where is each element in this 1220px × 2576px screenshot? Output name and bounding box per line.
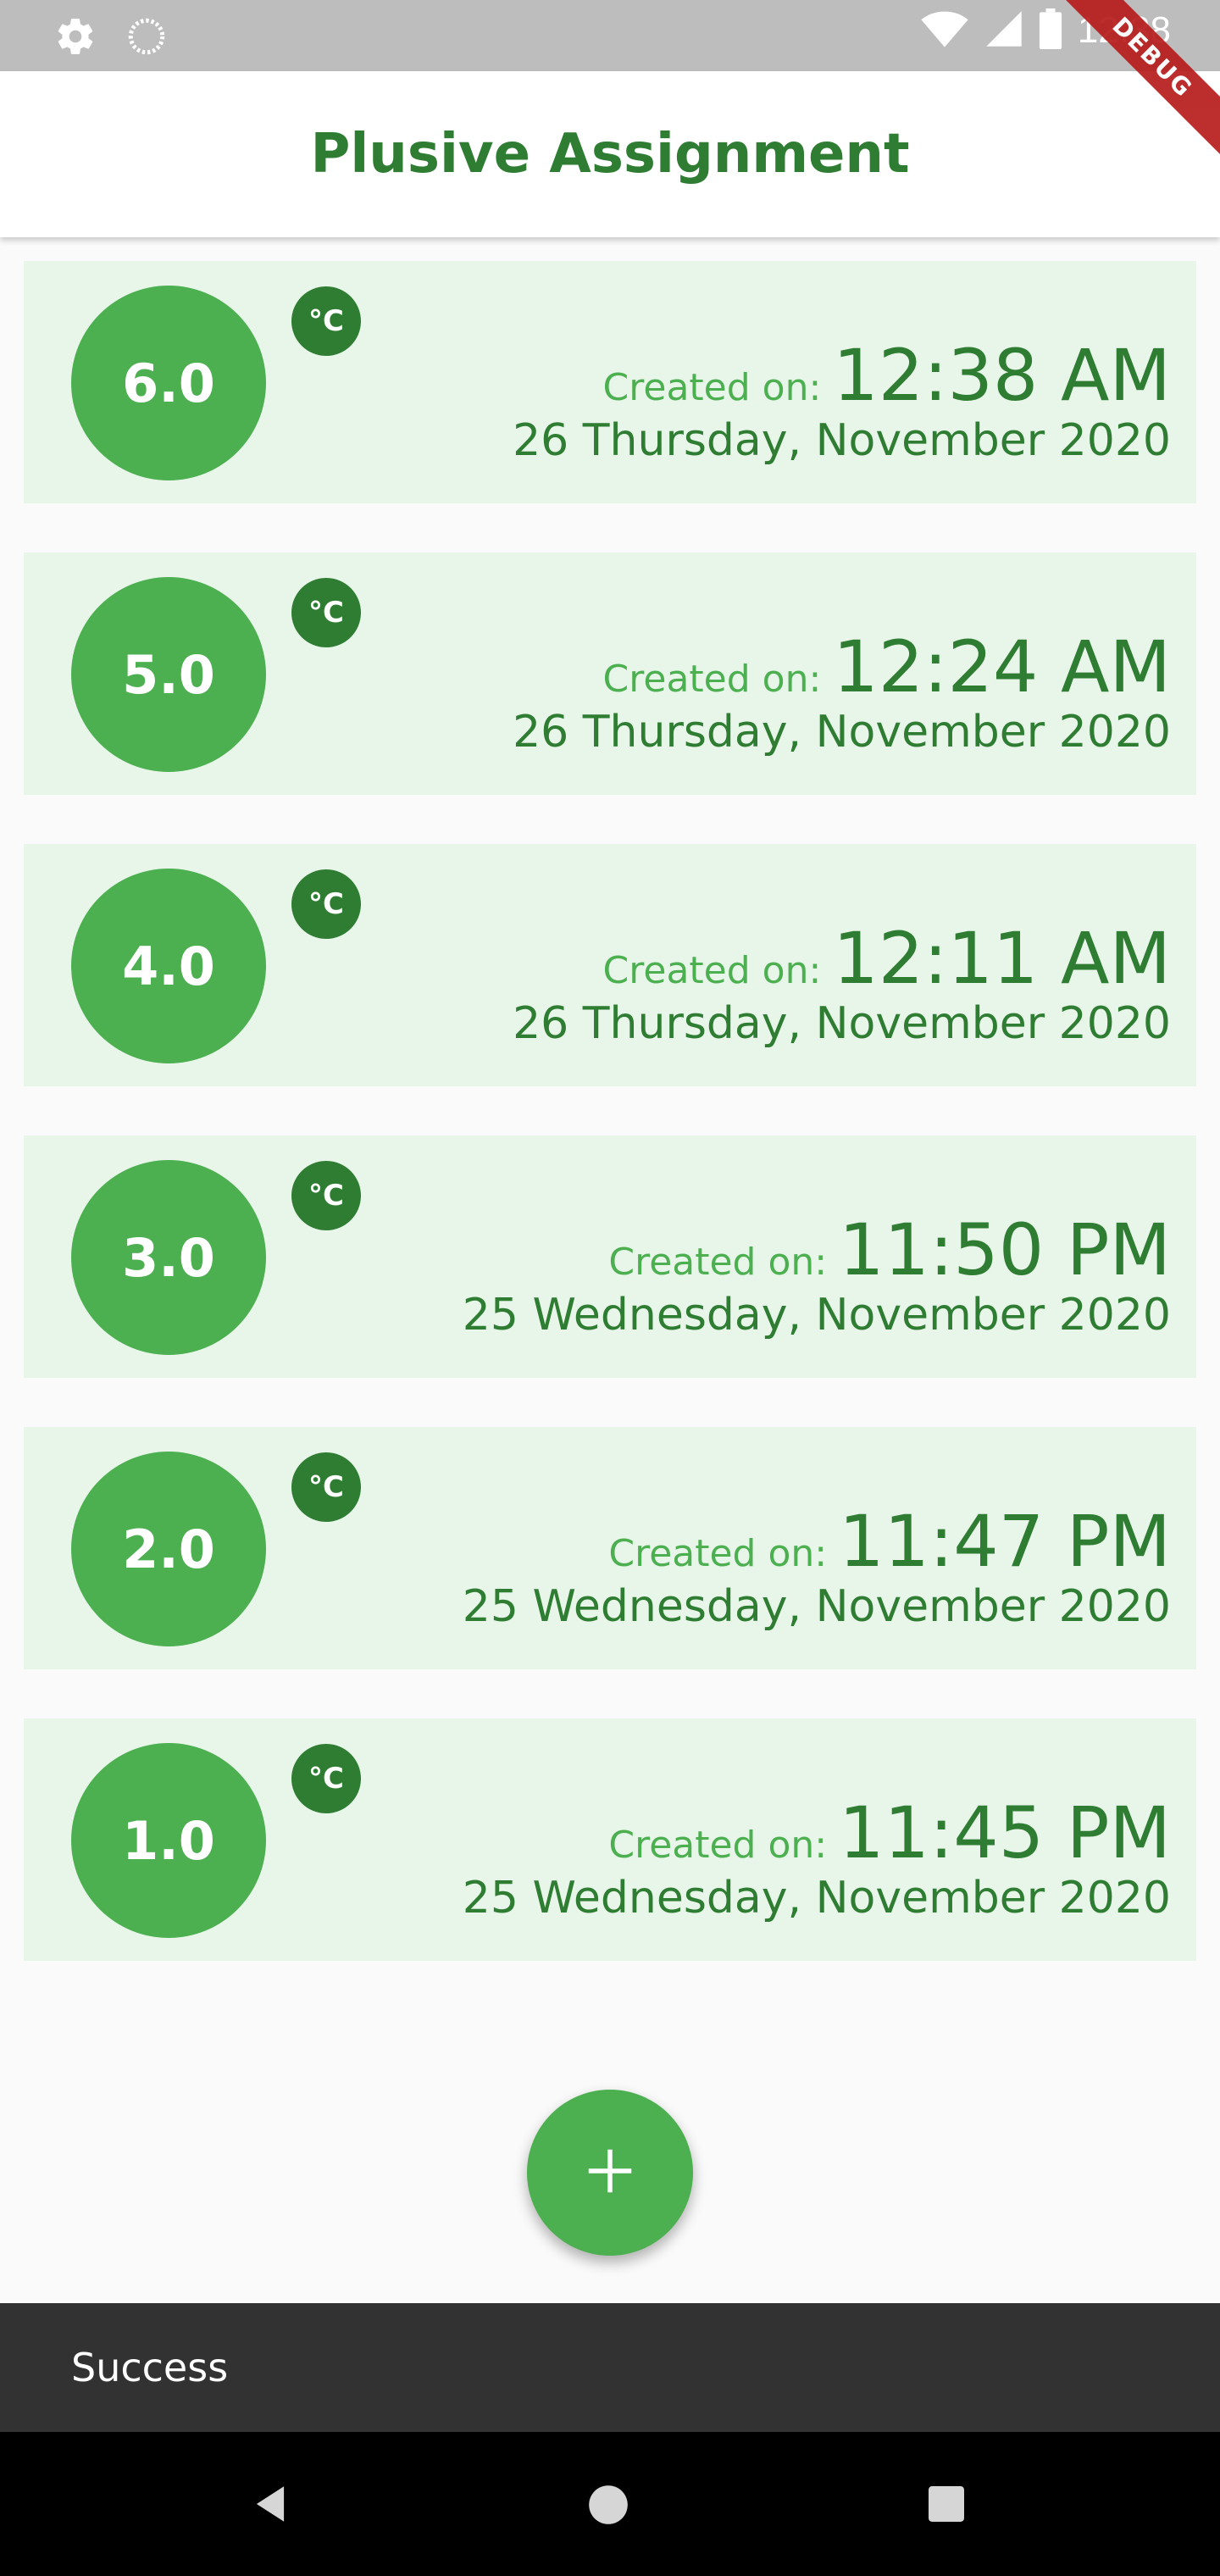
reading-card[interactable]: 1.0 °C Created on: 11:45 PM 25 Wednesday… — [24, 1718, 1196, 1961]
created-date: 26 Thursday, November 2020 — [513, 998, 1171, 1049]
created-label: Created on: — [608, 1241, 828, 1284]
temperature-value: 5.0 — [71, 577, 266, 772]
settings-icon — [54, 15, 97, 61]
card-info: Created on: 11:47 PM 25 Wednesday, Novem… — [463, 1503, 1171, 1632]
home-icon[interactable] — [588, 2484, 629, 2529]
created-label: Created on: — [602, 658, 822, 701]
created-date: 25 Wednesday, November 2020 — [462, 1581, 1171, 1632]
unit-badge: °C — [291, 286, 361, 356]
unit-badge: °C — [291, 578, 361, 647]
created-time: 12:38 AM — [833, 334, 1171, 417]
temperature-value: 6.0 — [71, 286, 266, 480]
created-label: Created on: — [602, 949, 822, 992]
unit-badge: °C — [291, 1744, 361, 1813]
created-date: 25 Wednesday, November 2020 — [462, 1290, 1171, 1341]
reading-card[interactable]: 2.0 °C Created on: 11:47 PM 25 Wednesday… — [24, 1427, 1196, 1669]
created-label: Created on: — [608, 1532, 828, 1575]
card-info: Created on: 12:38 AM 26 Thursday, Novemb… — [513, 337, 1171, 466]
card-info: Created on: 12:24 AM 26 Thursday, Novemb… — [513, 629, 1171, 758]
snackbar: Success — [0, 2303, 1220, 2432]
app-title: Plusive Assignment — [310, 123, 910, 186]
app-bar: Plusive Assignment — [0, 71, 1220, 237]
snackbar-message: Success — [71, 2345, 229, 2390]
created-time: 12:24 AM — [833, 625, 1171, 708]
back-icon[interactable] — [251, 2484, 290, 2527]
unit-badge: °C — [291, 1161, 361, 1230]
add-reading-button[interactable] — [527, 2090, 693, 2256]
status-bar: 12:38 — [0, 0, 1220, 71]
reading-card[interactable]: 3.0 °C Created on: 11:50 PM 25 Wednesday… — [24, 1135, 1196, 1378]
temperature-value: 3.0 — [71, 1160, 266, 1355]
created-label: Created on: — [608, 1824, 828, 1867]
plus-icon — [585, 2146, 635, 2200]
readings-list: 6.0 °C Created on: 12:38 AM 26 Thursday,… — [24, 261, 1196, 2010]
card-info: Created on: 11:45 PM 25 Wednesday, Novem… — [463, 1795, 1171, 1924]
reading-card[interactable]: 6.0 °C Created on: 12:38 AM 26 Thursday,… — [24, 261, 1196, 503]
created-time: 11:47 PM — [839, 1500, 1171, 1583]
created-time: 11:50 PM — [839, 1208, 1171, 1291]
navigation-bar — [0, 2432, 1220, 2576]
unit-badge: °C — [291, 1452, 361, 1522]
created-date: 26 Thursday, November 2020 — [513, 415, 1171, 466]
signal-icon — [984, 9, 1023, 52]
temperature-value: 2.0 — [71, 1452, 266, 1646]
created-date: 25 Wednesday, November 2020 — [462, 1873, 1171, 1924]
recent-apps-icon[interactable] — [929, 2486, 964, 2525]
temperature-value: 1.0 — [71, 1743, 266, 1938]
card-info: Created on: 11:50 PM 25 Wednesday, Novem… — [463, 1212, 1171, 1341]
temperature-value: 4.0 — [71, 869, 266, 1063]
battery-icon — [1039, 8, 1062, 53]
reading-card[interactable]: 5.0 °C Created on: 12:24 AM 26 Thursday,… — [24, 552, 1196, 795]
created-label: Created on: — [602, 366, 822, 409]
created-time: 12:11 AM — [833, 917, 1171, 1000]
card-info: Created on: 12:11 AM 26 Thursday, Novemb… — [513, 920, 1171, 1049]
reading-card[interactable]: 4.0 °C Created on: 12:11 AM 26 Thursday,… — [24, 844, 1196, 1086]
unit-badge: °C — [291, 869, 361, 939]
wifi-icon — [920, 8, 969, 53]
created-time: 11:45 PM — [839, 1791, 1171, 1874]
created-date: 26 Thursday, November 2020 — [513, 707, 1171, 758]
sync-icon — [125, 15, 168, 61]
